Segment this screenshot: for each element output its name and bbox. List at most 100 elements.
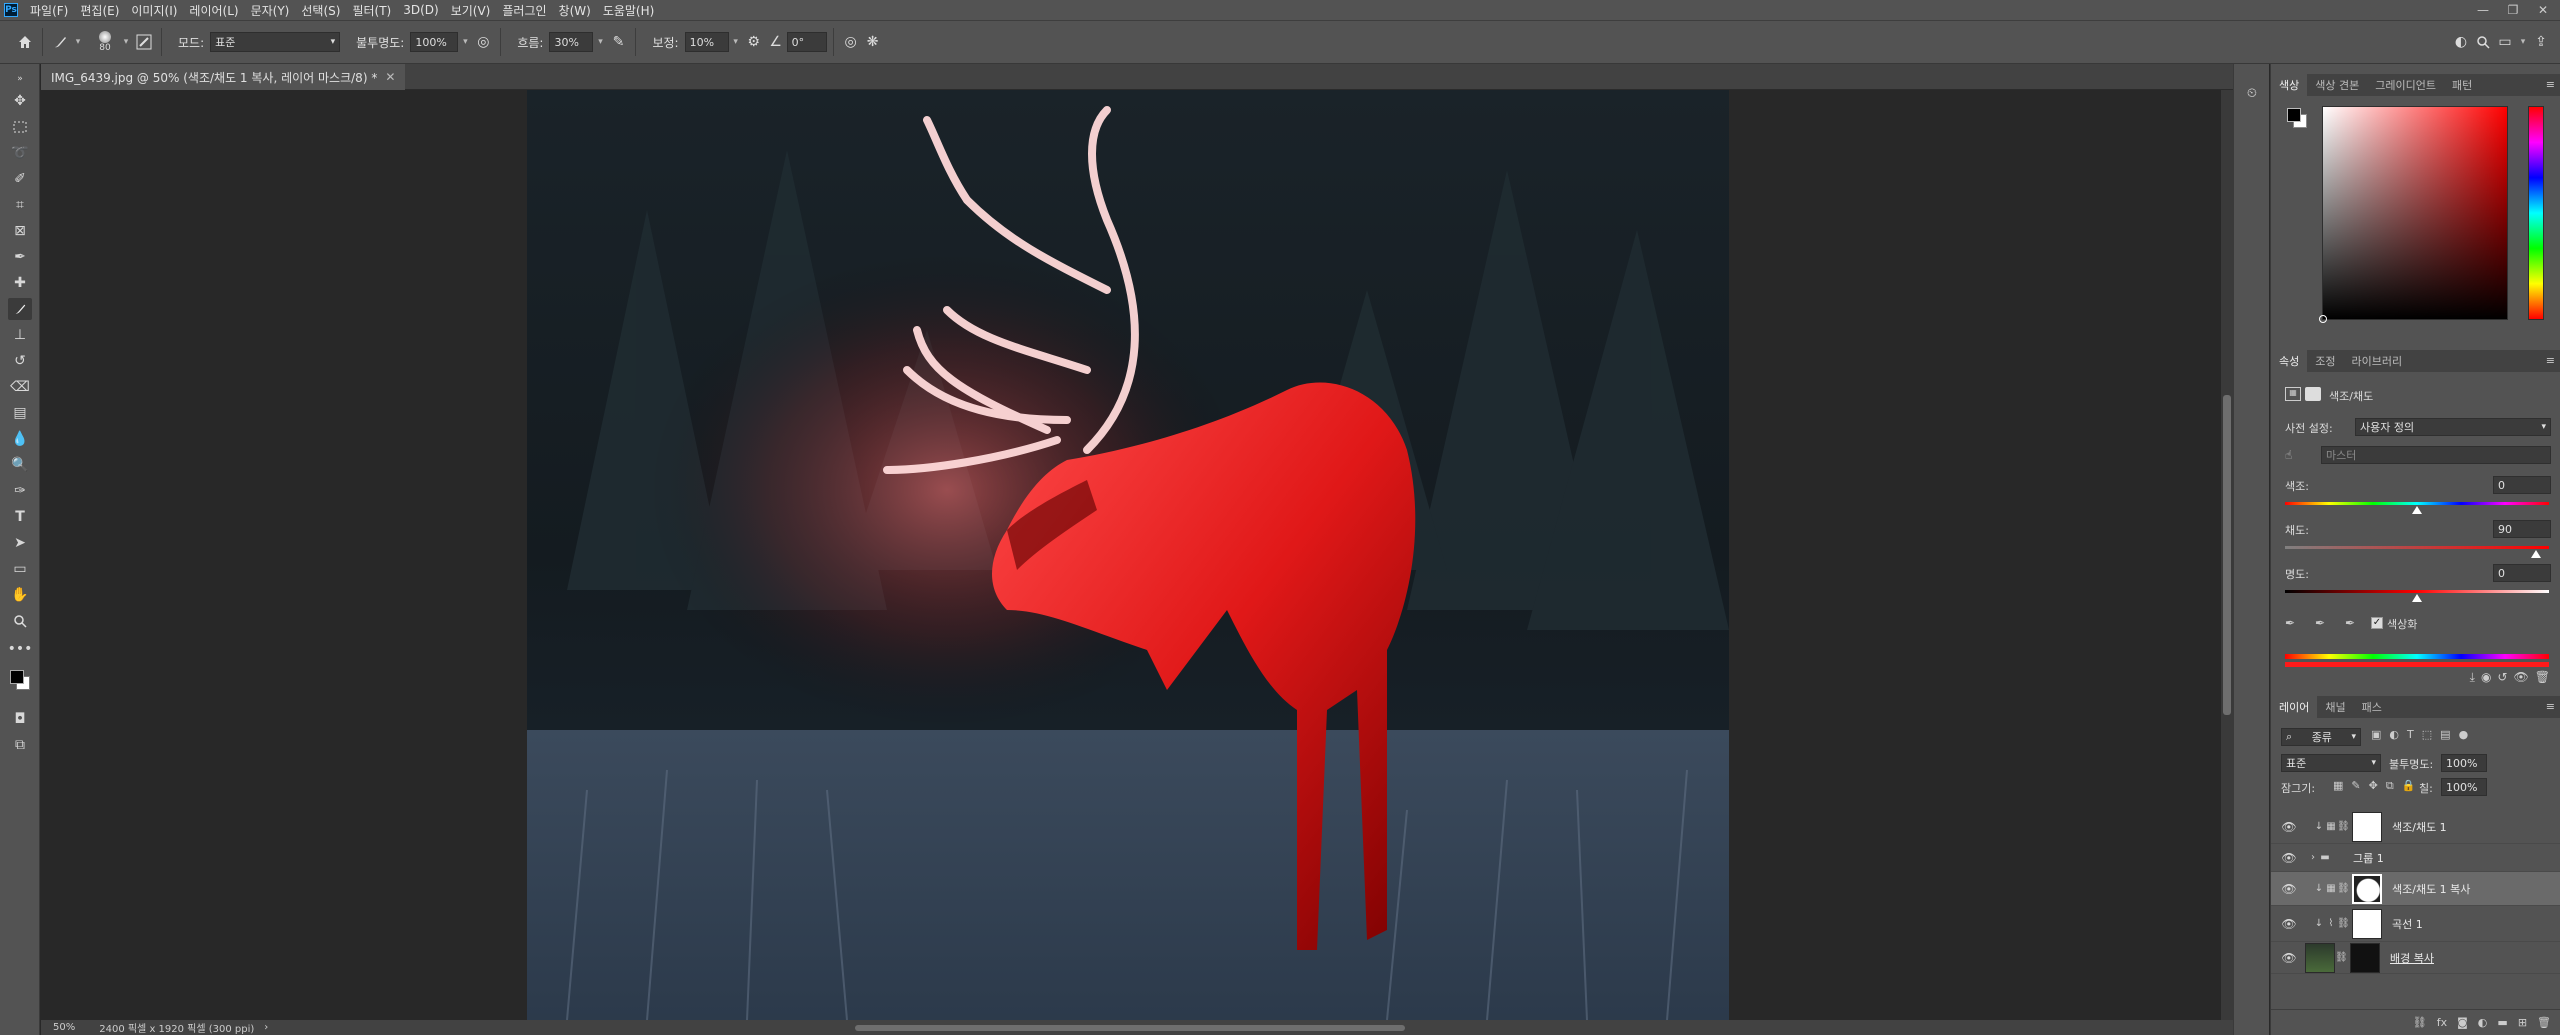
menu-select[interactable]: 선택(S) [295, 2, 346, 19]
document-image[interactable] [527, 90, 1729, 1020]
menu-window[interactable]: 창(W) [553, 2, 597, 19]
mode-select[interactable]: 표준 ▾ [210, 32, 341, 52]
minimize-button[interactable]: — [2468, 0, 2498, 20]
flow-input[interactable]: 30% [549, 32, 594, 52]
color-field[interactable] [2319, 106, 2508, 323]
brush-size-picker[interactable]: 80 [91, 25, 119, 59]
layer-mask-thumbnail[interactable] [2352, 811, 2382, 842]
layer-name[interactable]: 색조/채도 1 [2392, 819, 2447, 835]
crop-tool-icon[interactable]: ⌗ [8, 194, 32, 216]
visibility-eye-icon[interactable]: 👁 [2279, 917, 2299, 931]
menu-edit[interactable]: 편집(E) [74, 2, 125, 19]
visibility-eye-icon[interactable]: 👁 [2279, 820, 2299, 834]
chevron-down-icon[interactable]: ▾ [729, 32, 743, 52]
hand-tool-icon[interactable]: ✋ [8, 584, 32, 606]
opacity-input[interactable]: 100% [410, 32, 459, 52]
history-brush-tool-icon[interactable]: ↺ [8, 350, 32, 372]
rectangle-tool-icon[interactable]: ▭ [8, 558, 32, 580]
hue-track[interactable] [2285, 502, 2549, 505]
panel-menu-icon[interactable]: ≡ [2546, 354, 2555, 367]
add-mask-icon[interactable]: ◙ [2457, 1016, 2468, 1029]
menu-type[interactable]: 문자(Y) [245, 2, 296, 19]
vertical-scrollbar[interactable] [2221, 90, 2233, 1020]
lasso-tool-icon[interactable]: ➰ [8, 142, 32, 164]
clone-stamp-tool-icon[interactable]: ⊥ [8, 324, 32, 346]
canvas-area[interactable] [41, 90, 2221, 1020]
chevron-down-icon[interactable]: ▾ [71, 32, 85, 52]
visibility-eye-icon[interactable]: 👁 [2279, 882, 2299, 896]
tab-libraries[interactable]: 라이브러리 [2344, 350, 2411, 372]
move-tool-icon[interactable]: ✥ [8, 90, 32, 112]
hue-slider[interactable] [2528, 106, 2544, 320]
eyedropper-icon[interactable]: ✒ [2285, 616, 2295, 630]
angle-input[interactable]: 0° [786, 32, 827, 52]
brush-settings-icon[interactable] [133, 31, 155, 53]
zoom-level[interactable]: 50% [53, 1022, 75, 1033]
color-picker-cursor[interactable] [2319, 315, 2327, 323]
foreground-color-swatch[interactable] [2287, 108, 2301, 122]
blend-mode-select[interactable]: 표준 ▾ [2281, 754, 2381, 772]
lightness-track[interactable] [2285, 590, 2549, 593]
reset-icon[interactable]: ↺ [2497, 670, 2507, 685]
airbrush-icon[interactable]: ✎ [607, 31, 629, 53]
pen-tool-icon[interactable]: ✑ [8, 480, 32, 502]
screen-mode-icon[interactable]: ⧉ [8, 734, 32, 756]
layer-name[interactable]: 색조/채도 1 복사 [2392, 881, 2470, 897]
cloud-user-icon[interactable]: ◐ [2450, 31, 2472, 53]
restore-button[interactable]: ❐ [2498, 0, 2528, 20]
toolbar-collapse-icon[interactable]: » [8, 68, 32, 90]
color-panel-swatches[interactable] [2285, 106, 2309, 130]
share-icon[interactable]: ⇪ [2530, 31, 2552, 53]
color-swatches[interactable] [8, 666, 32, 696]
visibility-eye-icon[interactable]: 👁 [2279, 851, 2299, 865]
chevron-down-icon[interactable]: ▾ [119, 32, 133, 52]
menu-3d[interactable]: 3D(D) [397, 3, 444, 17]
hue-input[interactable]: 0 [2493, 476, 2551, 494]
status-chevron-icon[interactable]: › [264, 1022, 268, 1033]
hue-slider-knob[interactable] [2412, 506, 2422, 514]
more-tools-icon[interactable]: ••• [8, 638, 33, 660]
eyedropper-plus-icon[interactable]: ✒ [2315, 616, 2325, 630]
menu-filter[interactable]: 필터(T) [346, 2, 397, 19]
menu-help[interactable]: 도움말(H) [597, 2, 661, 19]
panel-menu-icon[interactable]: ≡ [2546, 78, 2555, 91]
close-window-button[interactable]: ✕ [2528, 0, 2558, 20]
lightness-slider-knob[interactable] [2412, 594, 2422, 602]
smoothing-input[interactable]: 10% [684, 32, 729, 52]
history-panel-icon[interactable]: ⏲ [2242, 86, 2262, 106]
menu-layer[interactable]: 레이어(L) [183, 2, 244, 19]
foreground-color-swatch[interactable] [10, 670, 24, 684]
filter-smart-icon[interactable]: ▤ [2440, 728, 2450, 741]
quick-mask-icon[interactable]: ◘ [8, 708, 32, 730]
layer-row[interactable]: 👁 ↓ ▦ ⛓ 색조/채도 1 [2271, 810, 2560, 844]
document-tab[interactable]: IMG_6439.jpg @ 50% (색조/채도 1 복사, 레이어 마스크/… [41, 64, 406, 90]
layer-mask-thumbnail[interactable] [2350, 942, 2380, 973]
chevron-down-icon[interactable]: ▾ [458, 32, 472, 52]
layer-row[interactable]: 👁 ⛓ 배경 복사 [2271, 942, 2560, 974]
brush-tool-icon[interactable] [8, 298, 32, 320]
colorize-checkbox[interactable]: ✓ [2371, 617, 2383, 629]
saturation-input[interactable]: 90 [2493, 520, 2551, 538]
chevron-down-icon[interactable]: ▾ [593, 32, 607, 52]
layer-thumbnail[interactable] [2305, 942, 2335, 973]
type-tool-icon[interactable]: T [8, 506, 32, 528]
tab-swatches[interactable]: 색상 견본 [2307, 74, 2367, 96]
menu-image[interactable]: 이미지(I) [125, 2, 183, 19]
filter-shape-icon[interactable]: ⬚ [2422, 728, 2432, 741]
trash-icon[interactable]: 🗑 [2535, 670, 2550, 685]
layer-mask-thumbnail[interactable] [2352, 873, 2382, 904]
lock-transparency-icon[interactable]: ▦ [2333, 779, 2343, 793]
layer-row-selected[interactable]: 👁 ↓ ▦ ⛓ 색조/채도 1 복사 [2271, 872, 2560, 906]
mask-icon[interactable] [2305, 387, 2321, 401]
lock-pixels-icon[interactable]: ✎ [2351, 779, 2360, 793]
symmetry-icon[interactable]: ❋ [862, 31, 884, 53]
fill-input[interactable]: 100% [2441, 778, 2487, 796]
layer-row[interactable]: 👁 ↓ ⌇ ⛓ 곡선 1 [2271, 906, 2560, 942]
tab-layers[interactable]: 레이어 [2271, 696, 2318, 718]
search-icon[interactable] [2472, 31, 2494, 53]
panel-menu-icon[interactable]: ≡ [2546, 700, 2555, 713]
frame-tool-icon[interactable]: ⊠ [8, 220, 32, 242]
layer-mask-thumbnail[interactable] [2352, 908, 2382, 939]
marquee-tool-icon[interactable] [8, 116, 32, 138]
lock-all-icon[interactable]: 🔒 [2402, 779, 2416, 793]
